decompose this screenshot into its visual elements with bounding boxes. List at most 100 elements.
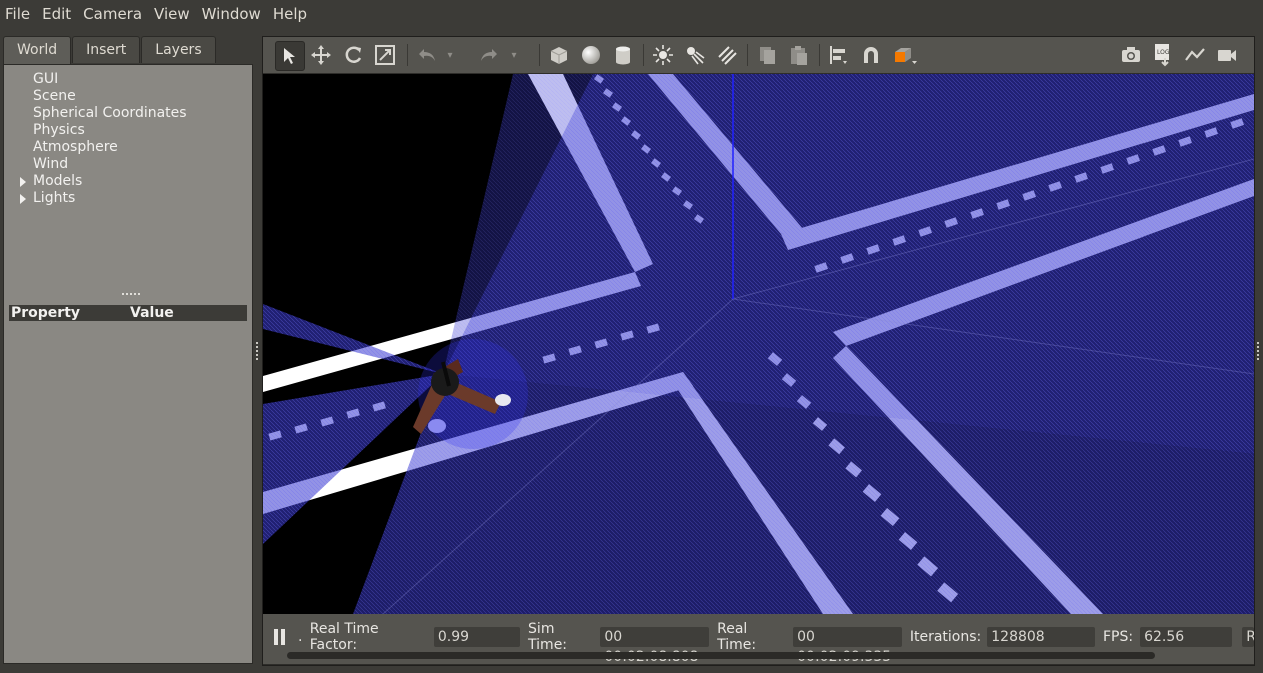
toolbar-separator [747,44,748,66]
real-time-label: Real Time: [717,621,757,653]
sim-time-value: 00 00:02:08.808 [600,627,710,665]
box-shape-button[interactable] [545,41,573,69]
toolbar-separator [407,44,408,66]
sphere-shape-button[interactable] [577,41,605,69]
menu-bar: File Edit Camera View Window Help [0,0,1263,28]
point-light-icon [653,45,673,65]
tree-item-label: Atmosphere [33,139,118,155]
pause-button[interactable] [274,629,285,645]
copy-icon [760,47,775,64]
iterations-value: 128808 [987,627,1095,647]
spot-light-icon [687,47,705,65]
menu-help[interactable]: Help [268,0,314,28]
left-splitter-grip[interactable] [256,342,260,360]
log-button[interactable]: LOG [1149,41,1177,69]
move-arrows-icon [311,45,331,65]
tree-item-atmosphere[interactable]: Atmosphere [18,139,187,156]
render-panel: ▾ ▾ LOG . Real Time Factor: 0.99 Sim Tim… [262,36,1255,666]
redo-history-dropdown-icon[interactable]: ▾ [507,41,521,69]
plot-button[interactable] [1181,41,1209,69]
undo-button[interactable] [413,41,441,69]
tree-item-gui[interactable]: GUI [18,71,187,88]
scene-render[interactable] [263,74,1254,614]
sphere-icon [582,46,600,64]
paste-icon [791,46,807,65]
spot-light-button[interactable] [681,41,709,69]
tree-item-label: Spherical Coordinates [33,105,187,121]
property-column-header[interactable]: Property [11,305,80,321]
svg-text:LOG: LOG [1157,49,1170,56]
select-mode-button[interactable] [275,41,305,71]
box-icon [550,47,568,64]
tree-item-spherical-coordinates[interactable]: Spherical Coordinates [18,105,187,122]
rotate-mode-button[interactable] [339,41,367,69]
undo-icon [419,49,435,61]
horizontal-scrollbar[interactable] [287,652,1155,659]
align-button[interactable] [825,41,853,69]
directional-light-icon [718,46,737,65]
directional-light-button[interactable] [713,41,741,69]
tree-item-label: Wind [33,156,69,172]
scale-mode-button[interactable] [371,41,399,69]
copy-button[interactable] [753,41,781,69]
paste-button[interactable] [785,41,813,69]
left-panel: World Insert Layers GUI Scene Spherical … [3,36,253,664]
real-time-factor-label: Real Time Factor: [309,621,379,653]
camera-icon [1122,47,1140,62]
toolbar: ▾ ▾ LOG [263,37,1254,73]
screenshot-button[interactable] [1117,41,1145,69]
world-panel: GUI Scene Spherical Coordinates Physics … [3,64,253,664]
splitter-handle[interactable] [122,293,140,297]
reset-time-button[interactable]: R [1242,627,1255,647]
undo-history-dropdown-icon[interactable]: ▾ [443,41,457,69]
plot-line-icon [1185,48,1205,61]
menu-window[interactable]: Window [197,0,268,28]
fps-value: 62.56 [1140,627,1233,647]
translate-mode-button[interactable] [307,41,335,69]
menu-camera[interactable]: Camera [78,0,149,28]
snap-button[interactable] [857,41,885,69]
magnet-icon [864,47,878,63]
3d-viewport[interactable] [263,74,1254,614]
tree-item-wind[interactable]: Wind [18,156,187,173]
align-icon [830,46,847,64]
log-icon: LOG [1155,44,1170,67]
video-record-button[interactable] [1213,41,1241,69]
expand-arrow-icon[interactable] [20,194,26,204]
menu-file[interactable]: File [0,0,37,28]
value-column-header[interactable]: Value [130,305,174,321]
iterations-label: Iterations: [909,629,982,645]
tree-item-label: Lights [33,190,76,206]
tree-item-models[interactable]: Models [18,173,187,190]
tab-insert[interactable]: Insert [72,36,141,63]
tree-item-physics[interactable]: Physics [18,122,187,139]
status-bar: . Real Time Factor: 0.99 Sim Time: 00 00… [263,614,1255,665]
tree-item-label: GUI [33,71,59,87]
real-time-value: 00 00:02:09.335 [793,627,902,665]
tab-layers[interactable]: Layers [141,36,216,63]
cursor-arrow-icon [284,48,295,64]
redo-button[interactable] [475,41,503,69]
video-camera-icon [1218,50,1236,61]
point-light-button[interactable] [649,41,677,69]
cylinder-shape-button[interactable] [609,41,637,69]
tab-world[interactable]: World [3,36,72,65]
step-button[interactable]: . [298,629,310,645]
view-angle-button[interactable] [891,41,919,69]
right-splitter-grip[interactable] [1257,342,1261,360]
property-table-header: Property Value [9,305,247,321]
tree-item-lights[interactable]: Lights [18,190,187,207]
rotate-icon [345,46,362,63]
expand-arrow-icon[interactable] [20,177,26,187]
tree-item-label: Physics [33,122,85,138]
status-row: . Real Time Factor: 0.99 Sim Time: 00 00… [263,621,1255,665]
real-time-factor-value: 0.99 [433,627,521,647]
tree-item-scene[interactable]: Scene [18,88,187,105]
sim-time-label: Sim Time: [528,621,568,653]
tree-item-label: Models [33,173,83,189]
pause-icon [274,629,285,645]
left-panel-tabs: World Insert Layers [3,36,217,65]
menu-view[interactable]: View [149,0,197,28]
toolbar-separator [539,44,540,66]
menu-edit[interactable]: Edit [37,0,78,28]
